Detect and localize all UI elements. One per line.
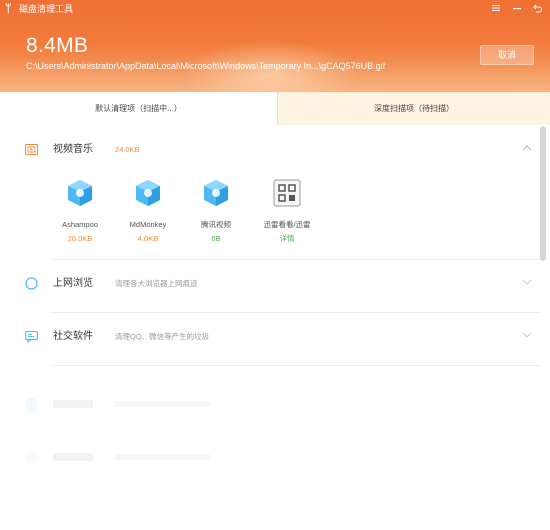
back-icon[interactable] bbox=[531, 3, 545, 17]
placeholder-bar bbox=[115, 454, 210, 460]
media-items: Ashampoo 20.0KB MdMonkey 4.0KB 腾讯视频 0B 迅… bbox=[0, 174, 540, 254]
app-title: 磁盘清理工具 bbox=[19, 4, 74, 14]
chevron-down-icon[interactable] bbox=[520, 329, 534, 343]
tab-deep-scan[interactable]: 深度扫描项（待扫描） bbox=[277, 92, 550, 125]
section-title: 视频音乐 bbox=[53, 144, 93, 155]
item-detail-link[interactable]: 详情 bbox=[247, 234, 327, 244]
item-name: 迅雷看看/迅雷 bbox=[263, 220, 311, 229]
section-browsing[interactable]: 上网浏览 清理各大浏览器上网痕迹 bbox=[0, 260, 540, 312]
tab-default-clean[interactable]: 默认清理项（扫描中...） bbox=[0, 92, 277, 125]
item-size: 0B bbox=[211, 234, 221, 243]
placeholder-bar bbox=[115, 401, 210, 407]
placeholder-icon bbox=[25, 398, 38, 411]
section-media[interactable]: 视频音乐 24.0KB Ashampoo 20.0KB MdMonkey 4.0… bbox=[0, 126, 540, 243]
header-banner: ᛘ 磁盘清理工具 8.4MB C:\Users\Administrator\Ap… bbox=[0, 0, 550, 92]
scrollbar[interactable] bbox=[540, 126, 546, 261]
placeholder-bar bbox=[53, 453, 93, 461]
section-social[interactable]: 社交软件 清理QQ、微信等产生的垃圾 bbox=[0, 313, 540, 365]
list-item[interactable]: 腾讯视频 0B bbox=[186, 174, 246, 254]
section-title: 上网浏览 bbox=[53, 278, 93, 289]
chat-icon bbox=[25, 330, 38, 344]
placeholder-bar bbox=[53, 400, 93, 408]
globe-icon bbox=[25, 277, 38, 290]
chevron-up-icon[interactable] bbox=[520, 142, 534, 156]
section-desc: 清理各大浏览器上网痕迹 bbox=[115, 279, 198, 288]
cube-icon bbox=[201, 178, 231, 208]
list-item[interactable]: MdMonkey 4.0KB bbox=[118, 174, 178, 254]
content-area: 视频音乐 24.0KB Ashampoo 20.0KB MdMonkey 4.0… bbox=[0, 126, 550, 530]
section-title: 社交软件 bbox=[53, 331, 93, 342]
scan-path: C:\Users\Administrator\AppData\Local\Mic… bbox=[26, 61, 386, 71]
cube-icon bbox=[65, 178, 95, 208]
item-name: 腾讯视频 bbox=[201, 220, 231, 229]
placeholder-row bbox=[0, 380, 540, 432]
media-icon bbox=[25, 143, 38, 156]
section-desc: 清理QQ、微信等产生的垃圾 bbox=[115, 332, 210, 341]
broom-icon: ᛘ bbox=[5, 3, 12, 15]
scan-size: 8.4MB bbox=[26, 34, 89, 57]
menu-icon[interactable] bbox=[489, 3, 503, 17]
divider bbox=[50, 365, 540, 366]
tab-bar: 默认清理项（扫描中...） 深度扫描项（待扫描） bbox=[0, 92, 550, 125]
cube-icon bbox=[133, 178, 163, 208]
placeholder-icon bbox=[25, 451, 38, 464]
list-item[interactable]: 迅雷看看/迅雷 详情 bbox=[257, 174, 317, 254]
section-size: 24.0KB bbox=[115, 145, 140, 154]
cancel-button[interactable]: 取消 bbox=[480, 45, 534, 65]
placeholder-row bbox=[0, 433, 540, 485]
list-item[interactable]: Ashampoo 20.0KB bbox=[50, 174, 110, 254]
title-bar: ᛘ 磁盘清理工具 bbox=[0, 0, 550, 20]
qr-grid-icon bbox=[272, 178, 302, 208]
chevron-down-icon[interactable] bbox=[520, 276, 534, 290]
minimize-icon[interactable] bbox=[510, 3, 524, 17]
